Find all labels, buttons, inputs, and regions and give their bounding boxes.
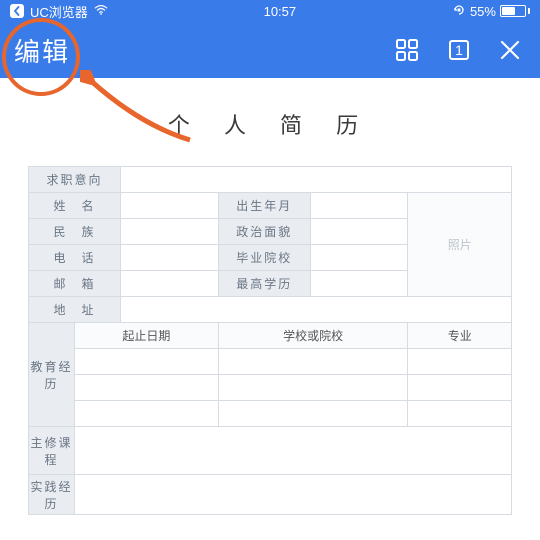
label-email: 邮 箱 bbox=[29, 271, 121, 297]
clock-label: 10:57 bbox=[264, 4, 297, 19]
header-period: 起止日期 bbox=[74, 323, 218, 349]
battery-icon bbox=[500, 5, 530, 17]
photo-placeholder: 照片 bbox=[408, 193, 512, 297]
tab-count-label: 1 bbox=[455, 42, 463, 58]
header-school: 学校或院校 bbox=[218, 323, 408, 349]
resume-table: 求职意向 姓 名 出生年月 照片 民 族 政治面貌 电 话 毕业院校 邮 箱 最高学历… bbox=[28, 166, 512, 515]
label-courses: 主修课程 bbox=[29, 427, 75, 475]
close-icon[interactable] bbox=[498, 38, 522, 62]
battery-pct-label: 55% bbox=[470, 4, 496, 19]
carrier-label: UC浏览器 bbox=[30, 2, 88, 21]
doc-title: 个 人 简 历 bbox=[28, 108, 512, 140]
label-school: 毕业院校 bbox=[218, 245, 310, 271]
label-phone: 电 话 bbox=[29, 245, 121, 271]
label-birth: 出生年月 bbox=[218, 193, 310, 219]
label-degree: 最高学历 bbox=[218, 271, 310, 297]
label-name: 姓 名 bbox=[29, 193, 121, 219]
label-intention: 求职意向 bbox=[29, 167, 121, 193]
back-app-icon[interactable] bbox=[10, 4, 24, 18]
status-bar: UC浏览器 10:57 55% bbox=[0, 0, 540, 22]
label-practice: 实践经历 bbox=[29, 475, 75, 515]
label-education: 教育经历 bbox=[29, 323, 75, 427]
orientation-lock-icon bbox=[452, 3, 466, 20]
wifi-icon bbox=[94, 4, 108, 19]
tabs-button[interactable]: 1 bbox=[446, 37, 472, 63]
header-major: 专业 bbox=[408, 323, 512, 349]
label-address: 地 址 bbox=[29, 297, 121, 323]
toolbar: 编辑 1 bbox=[0, 22, 540, 78]
label-politics: 政治面貌 bbox=[218, 219, 310, 245]
edit-button[interactable]: 编辑 bbox=[14, 32, 70, 69]
label-ethnicity: 民 族 bbox=[29, 219, 121, 245]
grid-view-icon[interactable] bbox=[394, 37, 420, 63]
document-viewport[interactable]: 个 人 简 历 求职意向 姓 名 出生年月 照片 民 族 政治面貌 电 话 毕业院校… bbox=[0, 78, 540, 540]
